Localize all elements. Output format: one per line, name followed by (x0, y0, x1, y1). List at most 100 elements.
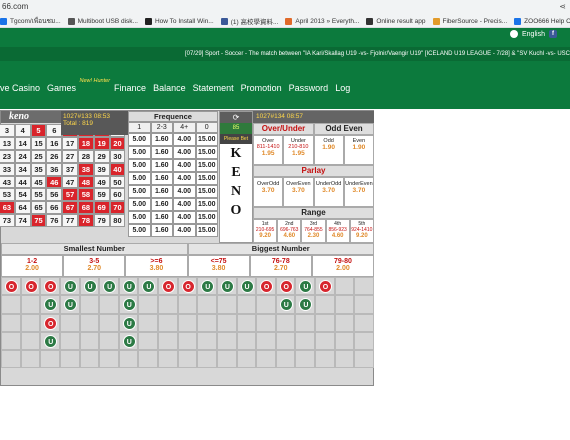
bet-option[interactable]: OverEven 3.70 (283, 177, 314, 207)
bookmark-item[interactable]: Tgcom/เพื่อนชม... (0, 16, 61, 26)
smallest-option[interactable]: 1-2 2.00 (1, 255, 64, 277)
address-bar[interactable]: 66.com (0, 1, 28, 13)
bookmark-item[interactable]: Online result app (366, 17, 426, 25)
keno-number[interactable]: 19 (93, 136, 110, 150)
keno-number[interactable]: 44 (14, 175, 31, 189)
keno-number[interactable]: 76 (46, 214, 63, 228)
keno-number[interactable]: 20 (109, 136, 126, 150)
nav-item[interactable]: Password (289, 83, 329, 93)
nav-item[interactable]: ve Casino (0, 83, 40, 93)
bet-option[interactable]: UnderEven 3.70 (343, 177, 374, 207)
refresh-icon[interactable]: ⟳ (220, 112, 252, 123)
nav-item[interactable]: Promotion (241, 83, 282, 93)
keno-number[interactable]: 68 (77, 201, 94, 215)
keno-number[interactable]: 33 (0, 162, 15, 176)
nav-item[interactable]: Games New! Hunter (47, 78, 110, 93)
frequence-odds[interactable]: 1.60 (150, 185, 173, 198)
frequence-odds[interactable]: 15.00 (195, 185, 218, 198)
keno-number[interactable]: 79 (93, 214, 110, 228)
bet-option[interactable]: 3rd 764-855 2.30 (301, 219, 326, 243)
keno-number[interactable]: 27 (62, 149, 78, 163)
share-icon[interactable]: ⋖ (559, 2, 566, 11)
bookmark-item[interactable]: (1) 高校學資料... (220, 16, 278, 26)
keno-number[interactable]: 47 (62, 175, 78, 189)
keno-number[interactable]: 5 (30, 124, 47, 137)
frequence-odds[interactable]: 5.00 (128, 159, 151, 172)
frequence-odds[interactable]: 5.00 (128, 198, 151, 211)
frequence-odds[interactable]: 15.00 (195, 198, 218, 211)
keno-number[interactable]: 55 (30, 188, 47, 202)
frequence-odds[interactable]: 1.60 (150, 133, 173, 146)
keno-number[interactable]: 14 (14, 136, 31, 150)
nav-item[interactable]: Finance (114, 83, 146, 93)
frequence-odds[interactable]: 15.00 (195, 133, 218, 146)
frequence-odds[interactable]: 5.00 (128, 146, 151, 159)
bet-option[interactable]: Even 1.90 (343, 135, 374, 165)
keno-number[interactable]: 65 (30, 201, 47, 215)
bet-option[interactable]: UnderOdd 3.70 (313, 177, 344, 207)
keno-number[interactable]: 67 (62, 201, 78, 215)
keno-number[interactable]: 56 (46, 188, 63, 202)
bet-option[interactable]: 5th 924-1410 9.20 (349, 219, 374, 243)
frequence-odds[interactable]: 1.60 (150, 198, 173, 211)
keno-number[interactable]: 40 (109, 162, 126, 176)
frequence-odds[interactable]: 4.00 (173, 211, 196, 224)
frequence-odds[interactable]: 5.00 (128, 172, 151, 185)
keno-number[interactable]: 78 (77, 214, 94, 228)
keno-number[interactable]: 30 (109, 149, 126, 163)
keno-number[interactable]: 6 (46, 124, 63, 137)
keno-number[interactable]: 29 (93, 149, 110, 163)
smallest-option[interactable]: 3-5 2.70 (63, 255, 126, 277)
frequence-odds[interactable]: 1.60 (150, 224, 173, 237)
keno-number[interactable]: 64 (14, 201, 31, 215)
keno-number[interactable]: 34 (14, 162, 31, 176)
nav-item[interactable]: Log (335, 83, 350, 93)
bookmark-item[interactable]: FiberSource - Precis... (432, 17, 507, 25)
keno-number[interactable]: 77 (62, 214, 78, 228)
keno-number[interactable]: 75 (30, 214, 47, 228)
bet-option[interactable]: 2nd 696-763 4.60 (277, 219, 302, 243)
language-selector[interactable]: English f (510, 30, 570, 38)
keno-number[interactable]: 57 (62, 188, 78, 202)
frequence-odds[interactable]: 4.00 (173, 133, 196, 146)
keno-number[interactable]: 49 (93, 175, 110, 189)
frequence-odds[interactable]: 5.00 (128, 224, 151, 237)
keno-number[interactable]: 46 (46, 175, 63, 189)
bookmark-item[interactable]: Multiboot USB disk... (67, 17, 138, 25)
keno-number[interactable]: 37 (62, 162, 78, 176)
bet-option[interactable]: Under 210-810 1.95 (283, 135, 314, 165)
keno-number[interactable]: 48 (77, 175, 94, 189)
keno-number[interactable]: 3 (0, 124, 15, 137)
frequence-odds[interactable]: 1.60 (150, 146, 173, 159)
nav-item[interactable]: Balance (153, 83, 186, 93)
frequence-odds[interactable]: 1.60 (150, 211, 173, 224)
frequence-odds[interactable]: 1.60 (150, 159, 173, 172)
keno-number[interactable]: 66 (46, 201, 63, 215)
keno-number[interactable]: 39 (93, 162, 110, 176)
smallest-option[interactable]: >=6 3.80 (125, 255, 188, 277)
keno-number[interactable]: 59 (93, 188, 110, 202)
keno-number[interactable]: 13 (0, 136, 15, 150)
keno-number[interactable]: 45 (30, 175, 47, 189)
keno-number[interactable]: 28 (77, 149, 94, 163)
frequence-odds[interactable]: 4.00 (173, 172, 196, 185)
keno-number[interactable]: 69 (93, 201, 110, 215)
bet-option[interactable]: Odd 1.90 (313, 135, 344, 165)
frequence-odds[interactable]: 15.00 (195, 211, 218, 224)
keno-number[interactable]: 43 (0, 175, 15, 189)
bookmark-item[interactable]: April 2013 » Everyth... (285, 17, 359, 25)
frequence-odds[interactable]: 15.00 (195, 159, 218, 172)
bookmark-item[interactable]: How To Install Win... (144, 17, 214, 25)
keno-number[interactable]: 18 (77, 136, 94, 150)
frequence-odds[interactable]: 5.00 (128, 133, 151, 146)
keno-number[interactable]: 35 (30, 162, 47, 176)
frequence-odds[interactable]: 15.00 (195, 146, 218, 159)
keno-number[interactable]: 54 (14, 188, 31, 202)
frequence-odds[interactable]: 1.60 (150, 172, 173, 185)
frequence-odds[interactable]: 4.00 (173, 224, 196, 237)
keno-number[interactable]: 58 (77, 188, 94, 202)
keno-number[interactable]: 74 (14, 214, 31, 228)
news-ticker[interactable]: [07/29] Sport - Soccer - The match betwe… (0, 47, 570, 61)
keno-number[interactable]: 36 (46, 162, 63, 176)
keno-number[interactable]: 63 (0, 201, 15, 215)
